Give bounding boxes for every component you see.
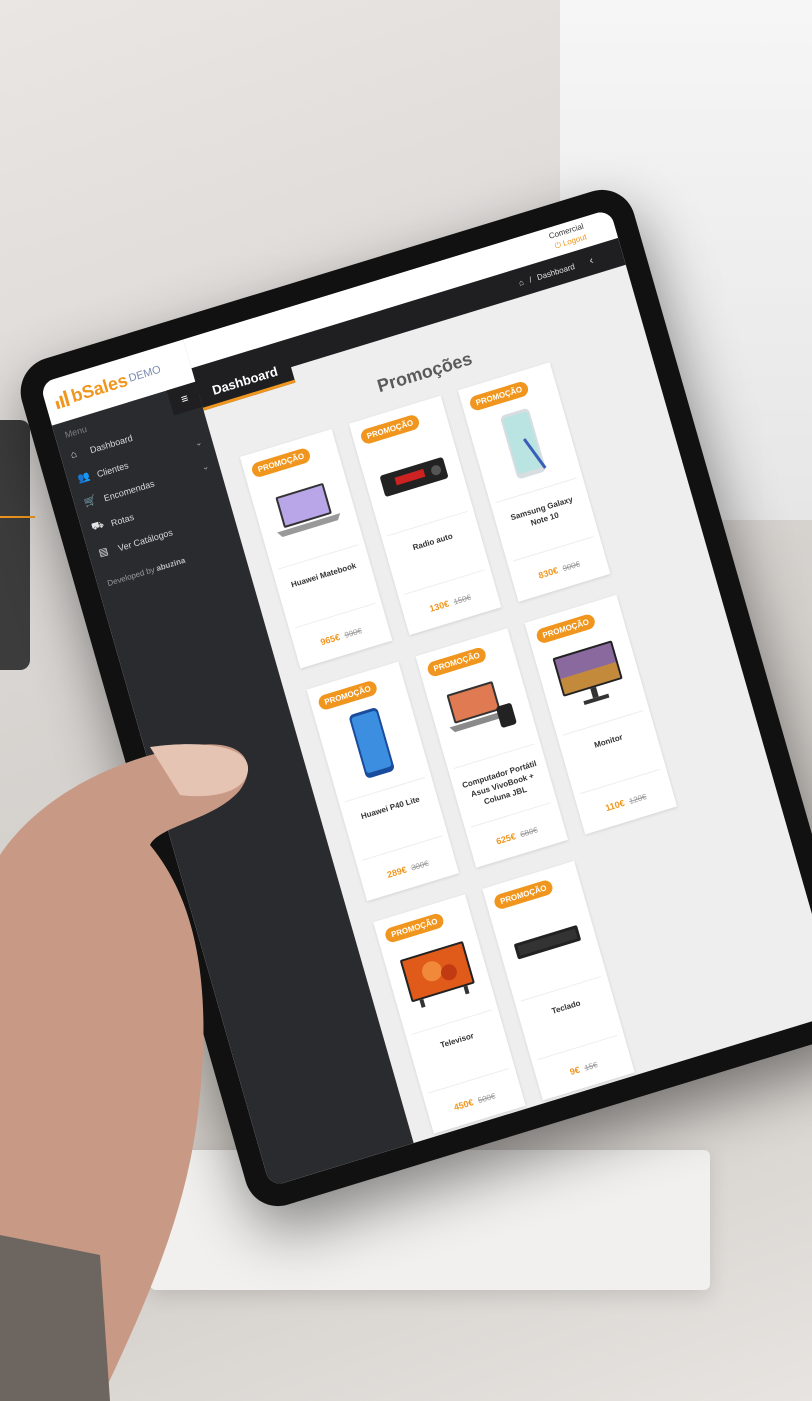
cart-icon: 🛒 xyxy=(83,495,99,510)
price-current: 965€ xyxy=(319,631,342,648)
brand-suffix: DEMO xyxy=(127,363,163,385)
developed-by-prefix: Developed by xyxy=(106,565,156,589)
price-current: 830€ xyxy=(537,565,560,581)
price-current: 625€ xyxy=(495,831,517,847)
product-name: Computador Portátil Asus VivoBook + Colu… xyxy=(461,758,538,807)
product-image xyxy=(370,432,459,522)
price-old: 900€ xyxy=(561,559,582,574)
home-icon: ⌂ xyxy=(69,448,79,462)
price-current: 130€ xyxy=(428,598,451,614)
price-current: 9€ xyxy=(568,1064,581,1078)
background-accent-line xyxy=(0,516,35,518)
product-image xyxy=(436,664,525,754)
background-object xyxy=(0,420,30,670)
price-old: 680€ xyxy=(519,825,539,840)
price-old: 500€ xyxy=(476,1091,497,1106)
chevron-down-icon: ⌄ xyxy=(200,460,211,473)
category-image xyxy=(742,1120,812,1187)
sidebar-item-label: Rotas xyxy=(109,511,135,528)
product-image xyxy=(261,465,350,555)
hamburger-icon: ≡ xyxy=(179,390,190,407)
catalog-icon: ▤ xyxy=(97,545,110,560)
chevron-down-icon: ⌄ xyxy=(193,436,204,449)
logo-bars-icon xyxy=(53,390,71,410)
users-icon: 👥 xyxy=(76,470,92,486)
user-box: Comercial ⏻ Logout xyxy=(547,221,588,253)
category-card[interactable] xyxy=(717,1095,812,1187)
price-old: 990€ xyxy=(343,626,363,640)
price-current: 450€ xyxy=(452,1097,475,1113)
product-image xyxy=(394,930,483,1020)
price-old: 150€ xyxy=(452,592,473,607)
price-current: 110€ xyxy=(604,797,626,814)
product-image xyxy=(327,698,416,788)
price-current: 289€ xyxy=(385,864,408,880)
developer-name: abuzina xyxy=(155,555,187,574)
sidebar-item-label: Clientes xyxy=(95,459,130,479)
hand-image xyxy=(0,744,249,1401)
route-icon: ⛟ xyxy=(90,518,106,534)
product-image xyxy=(545,631,634,721)
price-old: 15€ xyxy=(583,1060,599,1073)
price-old: 120€ xyxy=(628,792,648,806)
product-image xyxy=(479,398,568,488)
product-image xyxy=(503,897,592,987)
brand-name: bSales xyxy=(68,369,130,406)
price-old: 300€ xyxy=(410,858,430,873)
